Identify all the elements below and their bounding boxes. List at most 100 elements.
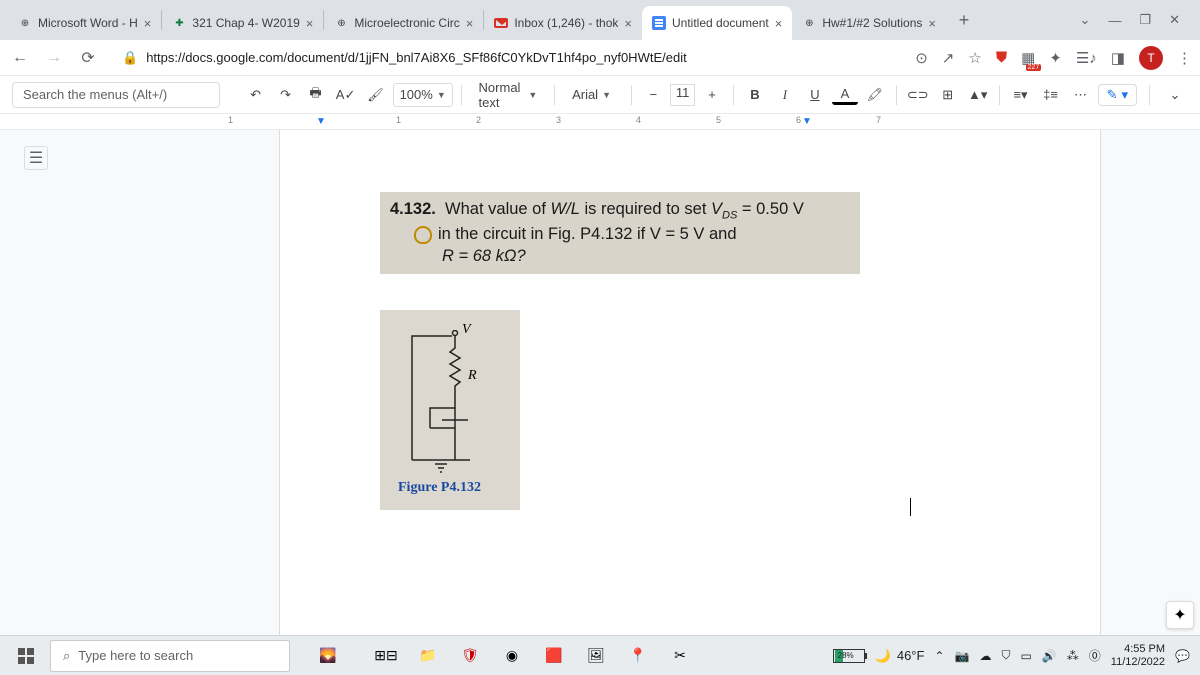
underline-button[interactable]: U — [802, 82, 828, 108]
align-button[interactable]: ≡▾ — [1008, 82, 1034, 108]
print-button[interactable]: 🖶 — [303, 82, 329, 108]
app-icon[interactable]: 📍 — [618, 640, 658, 672]
tab-close-icon[interactable]: × — [144, 16, 152, 31]
wifi-icon[interactable]: ⁂ — [1067, 649, 1079, 663]
chevron-down-icon[interactable]: ⌄ — [1080, 12, 1091, 28]
close-window-icon[interactable]: ✕ — [1169, 12, 1180, 28]
redo-button[interactable]: ↷ — [273, 82, 299, 108]
forward-button[interactable]: → — [42, 46, 66, 70]
separator — [733, 85, 734, 105]
camera-icon[interactable]: 📷 — [955, 649, 970, 663]
problem-text: What value of — [445, 200, 550, 218]
app-icon[interactable]: 🟥 — [534, 640, 574, 672]
tab-close-icon[interactable]: × — [306, 16, 314, 31]
snip-icon[interactable]: ✂ — [660, 640, 700, 672]
task-view-button[interactable]: ⊞⊟ — [366, 640, 406, 672]
italic-button[interactable]: I — [772, 82, 798, 108]
search-placeholder: Type here to search — [78, 648, 193, 663]
paint-format-button[interactable]: 🖌 — [363, 82, 389, 108]
reading-list-icon[interactable]: ☰♪ — [1076, 49, 1097, 67]
problem-text: V — [711, 200, 722, 218]
paragraph-style-select[interactable]: Normal text▼ — [470, 82, 547, 108]
menu-search-input[interactable]: Search the menus (Alt+/) — [12, 82, 220, 108]
collapse-toolbar-button[interactable]: ⌄ — [1162, 82, 1188, 108]
new-tab-button[interactable]: + — [950, 6, 978, 34]
tab-close-icon[interactable]: × — [775, 16, 783, 31]
tab-4-active[interactable]: Untitled document× — [642, 6, 792, 40]
tab-2[interactable]: ⊕Microelectronic Circ× — [324, 6, 483, 40]
indent-marker-icon[interactable]: ▼ — [316, 116, 326, 127]
separator — [554, 85, 555, 105]
tab-title: Inbox (1,246) - thok — [514, 16, 618, 30]
system-tray: 28% 🌙46°F ⌃ 📷 ☁ ⛉ ▭ 🔊 ⁂ 🄋 4:55 PM11/12/2… — [833, 643, 1196, 668]
tab-close-icon[interactable]: × — [928, 16, 936, 31]
comment-button[interactable]: ⊞ — [935, 82, 961, 108]
file-explorer-icon[interactable]: 📁 — [408, 640, 448, 672]
shield-icon[interactable]: ⛊ — [996, 49, 1007, 66]
link-button[interactable]: ⊂⊃ — [905, 82, 931, 108]
separator — [896, 85, 897, 105]
volume-icon[interactable]: 🔊 — [1042, 649, 1057, 663]
tab-close-icon[interactable]: × — [624, 16, 632, 31]
keyboard-icon[interactable]: 🄋 — [1089, 647, 1101, 664]
outline-toggle-button[interactable]: ☰ — [24, 146, 48, 170]
taskbar-search-input[interactable]: ⌕Type here to search — [50, 640, 290, 672]
highlight-button[interactable]: 🖍 — [862, 82, 888, 108]
line-spacing-button[interactable]: ‡≡ — [1038, 82, 1064, 108]
profile-avatar[interactable]: T — [1139, 46, 1163, 70]
font-select[interactable]: Arial▼ — [563, 82, 623, 108]
decrease-font-button[interactable]: − — [640, 82, 666, 108]
back-button[interactable]: ← — [8, 46, 32, 70]
search-icon[interactable]: ⊙ — [915, 49, 928, 67]
weather-tray[interactable]: 🌙46°F — [875, 648, 925, 664]
image-button[interactable]: ▲▾ — [965, 82, 991, 108]
figure-image[interactable]: V R Figure P4.132 — [380, 310, 520, 510]
tab-close-icon[interactable]: × — [466, 16, 474, 31]
share-icon[interactable]: ↗ — [942, 49, 955, 67]
puzzle-icon[interactable]: ✦ — [1049, 49, 1062, 67]
zoom-select[interactable]: 100%▼ — [393, 83, 453, 107]
right-indent-marker-icon[interactable]: ▼ — [802, 116, 812, 127]
docs-toolbar: Search the menus (Alt+/) ↶ ↷ 🖶 A✓ 🖌 100%… — [0, 76, 1200, 114]
explore-button[interactable]: ✦ — [1166, 601, 1194, 629]
security-icon[interactable]: ⛉ — [1001, 648, 1010, 663]
tab-1[interactable]: ✚321 Chap 4- W2019× — [162, 6, 323, 40]
notifications-icon[interactable]: 💬 — [1175, 649, 1190, 663]
bold-button[interactable]: B — [742, 82, 768, 108]
tab-0[interactable]: ⊕Microsoft Word - H× — [8, 6, 161, 40]
ruler-tick: 1 — [228, 115, 233, 125]
minimize-icon[interactable]: — — [1108, 13, 1121, 28]
spellcheck-button[interactable]: A✓ — [333, 82, 359, 108]
side-panel-icon[interactable]: ◨ — [1111, 49, 1125, 67]
tab-3[interactable]: Inbox (1,246) - thok × — [484, 6, 642, 40]
document-page[interactable]: 4.132. What value of W/L is required to … — [280, 130, 1100, 635]
star-icon[interactable]: ☆ — [968, 49, 981, 67]
tab-5[interactable]: ⊕Hw#1/#2 Solutions× — [792, 6, 946, 40]
more-button[interactable]: ⋯ — [1068, 82, 1094, 108]
text-color-button[interactable]: A — [832, 85, 858, 105]
problem-image[interactable]: 4.132. What value of W/L is required to … — [380, 192, 860, 274]
ruler-tick: 7 — [876, 115, 881, 125]
start-button[interactable] — [4, 640, 48, 672]
date: 11/12/2022 — [1111, 656, 1165, 669]
address-bar[interactable]: 🔒 https://docs.google.com/document/d/1jj… — [110, 44, 905, 72]
clock[interactable]: 4:55 PM11/12/2022 — [1111, 643, 1165, 668]
mcafee-icon[interactable]: 🛡 — [450, 640, 490, 672]
extension-badge-icon[interactable]: ▦ — [1021, 49, 1035, 67]
maximize-icon[interactable]: ❐ — [1139, 12, 1151, 28]
font-size-input[interactable]: 11 — [670, 84, 695, 106]
increase-font-button[interactable]: + — [699, 82, 725, 108]
battery-percent: 28% — [838, 651, 854, 660]
reload-button[interactable]: ⟳ — [76, 46, 100, 70]
chevron-up-icon[interactable]: ⌃ — [934, 649, 944, 663]
battery-tray-icon[interactable]: ▭ — [1020, 649, 1031, 663]
kebab-menu-icon[interactable]: ⋮ — [1177, 49, 1192, 67]
onedrive-icon[interactable]: ☁ — [979, 649, 991, 663]
battery-indicator[interactable]: 28% — [833, 649, 865, 663]
tab-title: Microelectronic Circ — [354, 16, 459, 30]
undo-button[interactable]: ↶ — [243, 82, 269, 108]
weather-widget[interactable]: 🌄 — [292, 640, 364, 672]
app-icon[interactable]: 🖼 — [576, 640, 616, 672]
editing-mode-button[interactable]: ✎▾ — [1098, 84, 1137, 106]
chrome-icon[interactable]: ◉ — [492, 640, 532, 672]
